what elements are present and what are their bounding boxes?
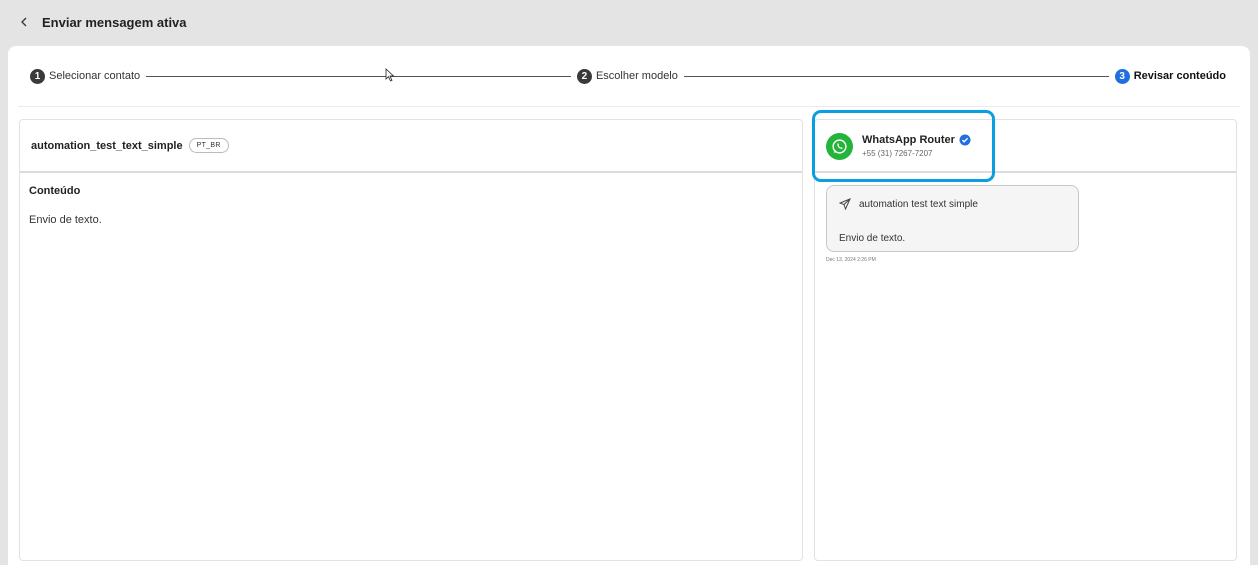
step-number: 1: [30, 68, 45, 84]
sender-name: WhatsApp Router: [862, 134, 955, 146]
step-review-content[interactable]: 3 Revisar conteúdo: [1114, 68, 1226, 84]
verified-badge-icon: [959, 134, 971, 146]
sender-phone: +55 (31) 7267-7207: [862, 149, 933, 158]
message-preview-panel: WhatsApp Router +55 (31) 7267-7207 autom…: [812, 110, 1237, 561]
step-label: Revisar conteúdo: [1133, 70, 1226, 82]
mouse-cursor-icon: [385, 68, 395, 82]
step-select-contact[interactable]: 1 Selecionar contato: [30, 68, 141, 84]
paper-plane-icon: [839, 198, 851, 210]
content-body: Envio de texto.: [29, 214, 102, 226]
step-label: Escolher modelo: [595, 70, 678, 82]
message-body: Envio de texto.: [839, 233, 906, 244]
chevron-left-icon: [21, 17, 27, 27]
sender-info: WhatsApp Router +55 (31) 7267-7207: [812, 110, 995, 182]
top-bar: Enviar mensagem ativa: [0, 0, 1258, 44]
step-connector: [146, 75, 571, 77]
template-content-panel: automation_test_text_simple PT_BR Conteú…: [19, 119, 803, 561]
divider: [18, 106, 1240, 107]
whatsapp-icon: [826, 132, 853, 160]
stepper: 1 Selecionar contato 2 Escolher modelo 3…: [30, 68, 1226, 84]
main-card: 1 Selecionar contato 2 Escolher modelo 3…: [8, 46, 1250, 565]
message-title-row: automation test text simple: [839, 198, 978, 210]
message-title: automation test text simple: [859, 198, 978, 210]
template-name: automation_test_text_simple: [31, 139, 183, 152]
step-number: 2: [576, 68, 592, 84]
step-choose-template[interactable]: 2 Escolher modelo: [576, 68, 678, 84]
step-connector: [683, 75, 1109, 77]
page-title: Enviar mensagem ativa: [42, 14, 187, 30]
message-bubble: automation test text simple Envio de tex…: [826, 185, 1079, 252]
step-number: 3: [1114, 68, 1130, 84]
preview-header: WhatsApp Router +55 (31) 7267-7207: [812, 110, 1236, 182]
content-section-title: Conteúdo: [29, 185, 81, 197]
step-label: Selecionar contato: [49, 70, 141, 82]
back-button[interactable]: [16, 14, 32, 30]
language-badge: PT_BR: [188, 138, 229, 153]
template-header: automation_test_text_simple PT_BR: [20, 120, 802, 173]
message-timestamp: Dec 13, 2024 2:26 PM: [826, 257, 876, 263]
